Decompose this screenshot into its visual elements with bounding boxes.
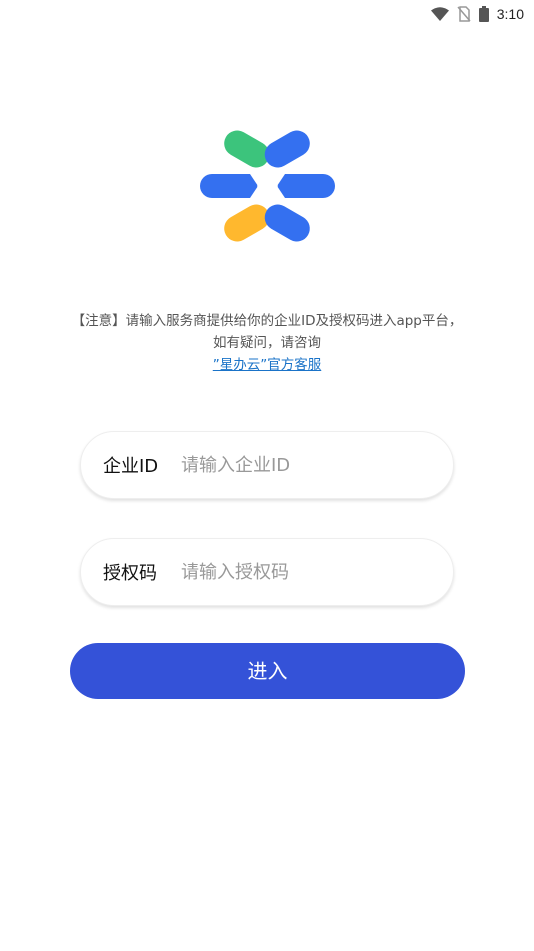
customer-service-link[interactable]: ”星办云”官方客服 bbox=[213, 357, 322, 373]
status-icons: 3:10 bbox=[430, 3, 524, 25]
enterprise-id-input[interactable] bbox=[181, 445, 431, 485]
status-bar: 3:10 bbox=[0, 0, 534, 28]
notice-text: 【注意】请输入服务商提供给你的企业ID及授权码进入app平台， 如有疑问，请咨询… bbox=[40, 310, 494, 376]
auth-code-input[interactable] bbox=[181, 552, 431, 592]
no-sim-icon bbox=[457, 6, 471, 22]
notice-line-1: 【注意】请输入服务商提供给你的企业ID及授权码进入app平台， bbox=[71, 313, 463, 329]
status-time: 3:10 bbox=[496, 6, 524, 22]
enter-button[interactable]: 进入 bbox=[70, 643, 465, 699]
notice-line-2: 如有疑问，请咨询 bbox=[213, 335, 321, 351]
enterprise-id-field[interactable]: 企业ID bbox=[80, 431, 454, 499]
enterprise-id-label: 企业ID bbox=[103, 456, 159, 477]
auth-code-field[interactable]: 授权码 bbox=[80, 538, 454, 606]
auth-code-label: 授权码 bbox=[103, 563, 157, 584]
battery-icon bbox=[478, 6, 489, 22]
star-logo-icon bbox=[200, 124, 335, 248]
wifi-icon bbox=[430, 7, 449, 21]
